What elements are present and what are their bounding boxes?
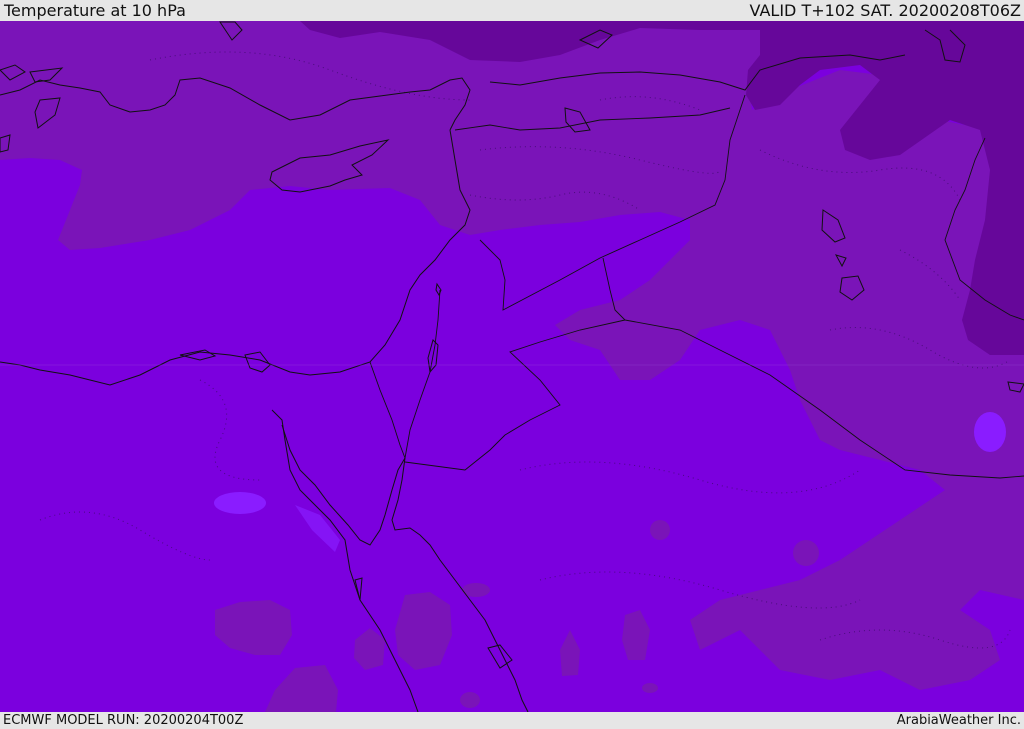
valid-time: VALID T+102 SAT. 20200208T06Z bbox=[749, 1, 1021, 20]
footer-bar: ECMWF MODEL RUN: 20200204T00Z ArabiaWeat… bbox=[0, 712, 1024, 729]
temperature-patch bbox=[793, 540, 819, 566]
temperature-patch bbox=[650, 520, 670, 540]
header-bar: Temperature at 10 hPa VALID T+102 SAT. 2… bbox=[0, 0, 1024, 21]
credit: ArabiaWeather Inc. bbox=[896, 713, 1021, 728]
map-frame: Temperature at 10 hPa VALID T+102 SAT. 2… bbox=[0, 0, 1024, 729]
temperature-map bbox=[0, 21, 1024, 712]
temperature-warm-patch bbox=[214, 492, 266, 514]
temperature-patch bbox=[460, 692, 480, 708]
map-title: Temperature at 10 hPa bbox=[4, 1, 186, 20]
temperature-patch bbox=[642, 683, 658, 693]
temperature-warm-patch bbox=[974, 412, 1006, 452]
model-run: ECMWF MODEL RUN: 20200204T00Z bbox=[3, 713, 244, 728]
